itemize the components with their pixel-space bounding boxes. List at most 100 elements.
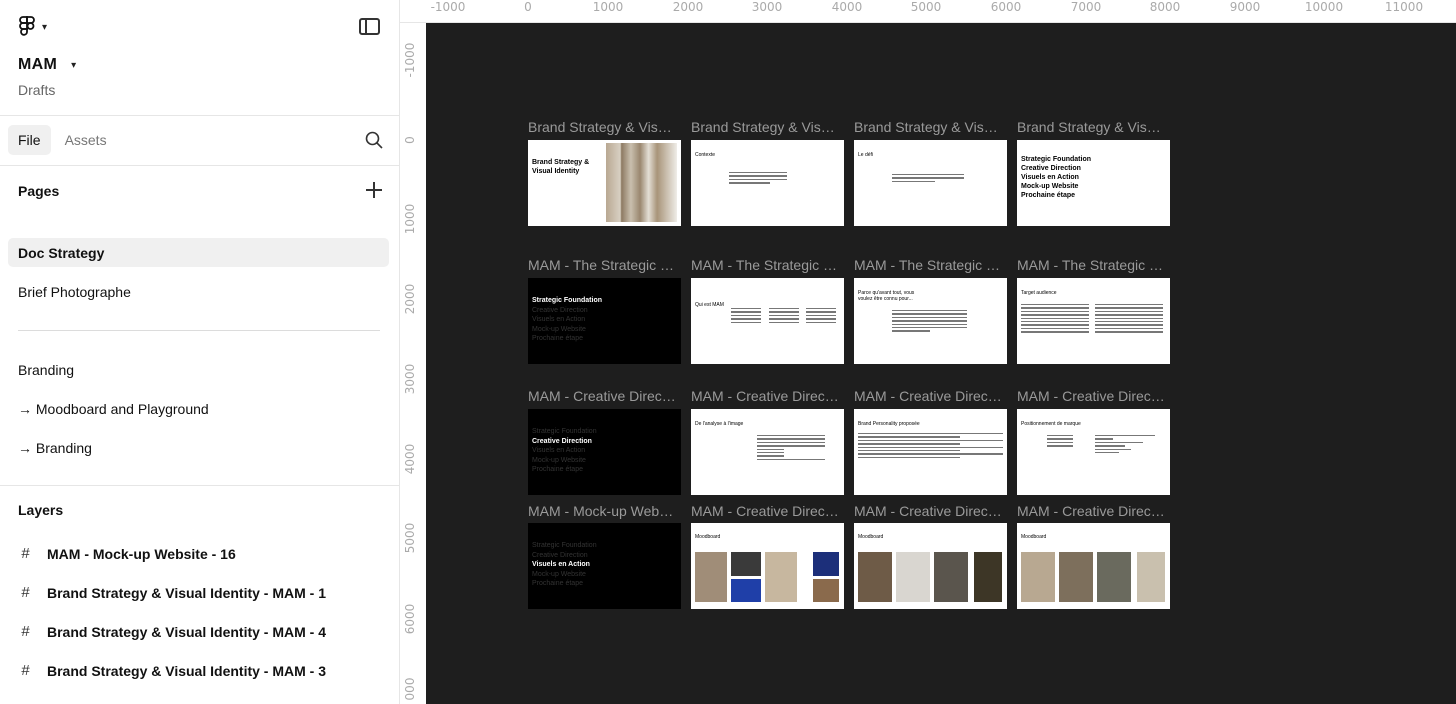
ruler-tick: 4000	[831, 0, 863, 14]
ruler-tick: 11000	[1384, 0, 1424, 14]
menu-line: Mock-up Website	[532, 570, 586, 578]
tab-file[interactable]: File	[8, 125, 51, 155]
ruler-tick: 1000	[403, 203, 417, 235]
slide-heading: Parce qu'avant tout, vous voulez être co…	[858, 290, 915, 302]
menu-line: Visuels en Action	[532, 561, 590, 569]
slide-photo	[606, 143, 677, 222]
layer-label: Brand Strategy & Visual Identity - MAM -…	[47, 662, 327, 679]
menu-line: Prochaine étape	[532, 466, 583, 474]
slide-heading: Positionnement de marque	[1021, 421, 1081, 427]
project-switcher[interactable]: MAM ▾	[18, 56, 76, 74]
slide-heading: Visuels en Action	[1021, 174, 1079, 181]
slide-heading: Qui est MAM	[695, 302, 724, 308]
frame-label[interactable]: MAM - Mock-up Website	[528, 503, 678, 519]
ruler-tick: 1000	[592, 0, 624, 14]
menu-line: Mock-up Website	[532, 325, 586, 333]
mood-photo	[813, 579, 839, 602]
ruler-tick: 0	[403, 136, 417, 144]
page-item-doc-strategy[interactable]: Doc Strategy	[8, 238, 389, 267]
frame-vous-voulez[interactable]: Parce qu'avant tout, vous voulez être co…	[854, 278, 1007, 364]
page-divider	[18, 330, 380, 331]
frame-label[interactable]: MAM - Creative Direction	[528, 388, 678, 404]
frame-label[interactable]: Brand Strategy & Visual Identity	[1017, 119, 1167, 135]
frame-section-creative[interactable]: Strategic Foundation Creative Direction …	[528, 409, 681, 495]
tab-assets[interactable]: Assets	[55, 125, 117, 155]
ruler-tick: 2000	[403, 283, 417, 315]
ruler-tick: 3000	[751, 0, 783, 14]
frame-label[interactable]: MAM - The Strategic Foundation	[691, 257, 841, 273]
search-icon[interactable]	[365, 131, 383, 149]
vertical-ruler: -1000 0 1000 2000 3000 4000 5000 6000 00…	[400, 23, 426, 704]
project-name: MAM	[18, 56, 58, 73]
menu-line: Creative Direction	[532, 551, 588, 559]
ruler-tick: 000	[403, 677, 417, 701]
frame-label[interactable]: MAM - Creative Direction	[854, 503, 1004, 519]
layer-item[interactable]: # MAM - Mock-up Website - 16	[18, 545, 235, 562]
menu-line: Prochaine étape	[532, 580, 583, 588]
menu-line: Visuels en Action	[532, 447, 586, 455]
add-page-icon[interactable]	[365, 181, 383, 199]
mood-photo	[1137, 552, 1165, 602]
ruler-tick: 6000	[990, 0, 1022, 14]
frame-label[interactable]: MAM - Creative Direction	[1017, 503, 1167, 519]
slide-heading: Mock-up Website	[1021, 183, 1079, 190]
page-item-branding-sub[interactable]: → Branding	[8, 433, 389, 462]
frame-label[interactable]: MAM - Creative Direction	[1017, 388, 1167, 404]
sidebar-tabs: File Assets	[8, 125, 117, 155]
ruler-tick: 10000	[1304, 0, 1344, 14]
slide-heading: Moodboard	[858, 534, 884, 540]
horizontal-ruler: -1000 0 1000 2000 3000 4000 5000 6000 70…	[426, 0, 1456, 23]
frame-section-visuels[interactable]: Strategic Foundation Creative Direction …	[528, 523, 681, 609]
mood-photo	[1059, 552, 1093, 602]
frame-label[interactable]: MAM - The Strategic Foundation	[1017, 257, 1167, 273]
ruler-tick: 2000	[672, 0, 704, 14]
text-block	[892, 310, 967, 334]
layer-item[interactable]: # Brand Strategy & Visual Identity - MAM…	[18, 623, 326, 640]
frame-label[interactable]: MAM - Creative Direction	[691, 503, 841, 519]
text-block	[1021, 304, 1089, 335]
frame-personality[interactable]: Brand Personality proposée	[854, 409, 1007, 495]
frame-label[interactable]: Brand Strategy & Visual Identity	[691, 119, 841, 135]
frame-target[interactable]: Target audience	[1017, 278, 1170, 364]
slide-heading: Brand Personality proposée	[858, 421, 920, 427]
mood-photo	[765, 552, 797, 602]
frame-analyse[interactable]: De l'analyse à l'image	[691, 409, 844, 495]
divider	[0, 115, 399, 116]
frame-icon: #	[21, 662, 30, 679]
left-sidebar: ▾ MAM ▾ Drafts File Assets Pages Doc Str…	[0, 0, 400, 704]
main-menu-button[interactable]: ▾	[18, 16, 47, 38]
page-item-branding[interactable]: Branding	[8, 355, 389, 384]
frame-contexte[interactable]: Contexte	[691, 140, 844, 226]
frame-agenda[interactable]: Strategic Foundation Creative Direction …	[1017, 140, 1170, 226]
frame-moodboard-1[interactable]: Moodboard	[691, 523, 844, 609]
slide-heading: De l'analyse à l'image	[695, 421, 744, 427]
mood-photo	[1097, 552, 1131, 602]
frame-moodboard-2[interactable]: Moodboard	[854, 523, 1007, 609]
chevron-down-icon: ▾	[42, 21, 48, 33]
frame-label[interactable]: MAM - The Strategic Foundation	[854, 257, 1004, 273]
frame-positionnement[interactable]: Positionnement de marque	[1017, 409, 1170, 495]
frame-qui-est[interactable]: Qui est MAM	[691, 278, 844, 364]
page-item-moodboard[interactable]: → Moodboard and Playground	[8, 394, 389, 423]
mood-photo	[731, 579, 761, 602]
menu-line: Visuels en Action	[532, 316, 586, 324]
layer-item[interactable]: # Brand Strategy & Visual Identity - MAM…	[18, 662, 326, 679]
layer-item[interactable]: # Brand Strategy & Visual Identity - MAM…	[18, 584, 326, 601]
design-canvas[interactable]: Brand Strategy & Visual Identity Brand S…	[426, 23, 1456, 704]
frame-icon: #	[21, 584, 30, 601]
frame-label[interactable]: MAM - Creative Direction	[854, 388, 1004, 404]
frame-label[interactable]: MAM - Creative Direction	[691, 388, 841, 404]
ruler-tick: 4000	[403, 443, 417, 475]
frame-section-strategic[interactable]: Strategic Foundation Creative Direction …	[528, 278, 681, 364]
frame-label[interactable]: Brand Strategy & Visual Identity	[528, 119, 678, 135]
toggle-sidebar-icon[interactable]	[359, 18, 380, 35]
frame-icon: #	[21, 623, 30, 640]
mood-photo	[695, 552, 727, 602]
frame-label[interactable]: Brand Strategy & Visual Identity	[854, 119, 1004, 135]
page-item-brief-photographe[interactable]: Brief Photographe	[8, 277, 389, 306]
frame-label[interactable]: MAM - The Strategic Foundation	[528, 257, 678, 273]
frame-defi[interactable]: Le défi	[854, 140, 1007, 226]
frame-moodboard-3[interactable]: Moodboard	[1017, 523, 1170, 609]
frame-cover[interactable]: Brand Strategy & Visual Identity	[528, 140, 681, 226]
menu-line: Strategic Foundation	[532, 297, 602, 304]
